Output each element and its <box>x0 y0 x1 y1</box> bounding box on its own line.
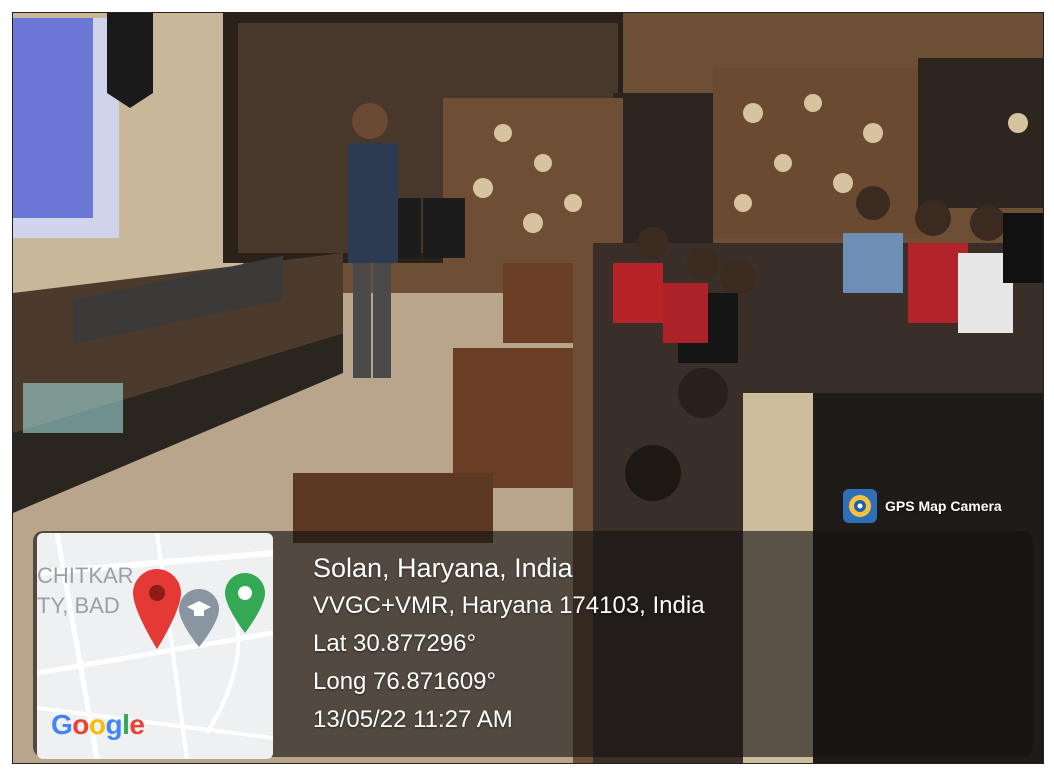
latitude: Lat 30.877296° <box>313 630 477 657</box>
datetime: 13/05/22 11:27 AM <box>313 706 513 733</box>
location-address: VVGC+VMR, Haryana 174103, India <box>313 592 705 619</box>
location-pin-green-icon <box>225 573 265 633</box>
location-pin-red-icon <box>133 569 181 649</box>
speaker <box>348 143 398 263</box>
gps-map-camera-label: GPS Map Camera <box>885 498 1002 514</box>
university-pennant <box>107 13 153 108</box>
map-place-label: CHITKAR TY, BAD <box>37 561 134 621</box>
center-table <box>453 348 573 488</box>
geotagged-photo-frame: GPS Map Camera CHITKAR TY, BAD Google So… <box>12 12 1044 764</box>
longitude: Long 76.871609° <box>313 668 497 695</box>
map-thumbnail: CHITKAR TY, BAD Google <box>37 533 273 759</box>
map-place-line-2: TY, BAD <box>37 593 120 618</box>
podium-sign <box>423 198 465 258</box>
gps-map-camera-badge: GPS Map Camera <box>843 489 1002 523</box>
gps-map-camera-icon <box>843 489 877 523</box>
map-place-line-1: CHITKAR <box>37 563 134 588</box>
graduation-cap-pin-icon <box>179 589 219 647</box>
google-logo: Google <box>51 709 145 740</box>
location-title: Solan, Haryana, India <box>313 553 573 583</box>
location-details: Solan, Haryana, India VVGC+VMR, Haryana … <box>313 549 705 739</box>
